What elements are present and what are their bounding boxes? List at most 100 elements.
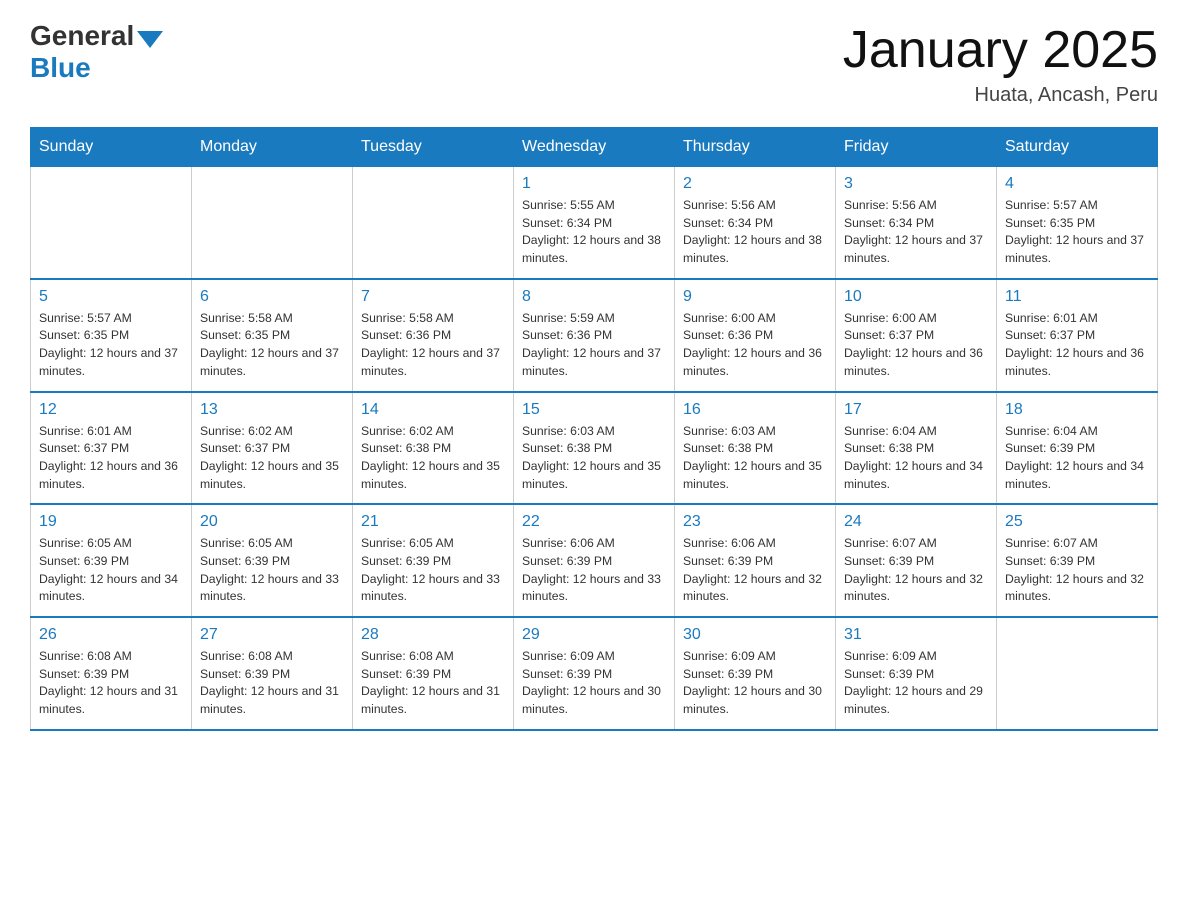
calendar-week-row: 26Sunrise: 6:08 AMSunset: 6:39 PMDayligh… — [31, 617, 1158, 730]
day-info: Sunrise: 6:07 AMSunset: 6:39 PMDaylight:… — [844, 535, 988, 606]
day-of-week-header: Monday — [192, 128, 353, 167]
calendar-day-cell: 24 Sunrise: 6:07 AMSunset: 6:39 PMDayligh… — [836, 504, 997, 617]
day-info: Sunrise: 5:56 AMSunset: 6:34 PMDaylight:… — [844, 197, 988, 268]
day-info: Sunrise: 5:59 AMSunset: 6:36 PMDaylight:… — [522, 310, 666, 381]
day-number: 28 — [361, 626, 505, 644]
day-number: 2 — [683, 175, 827, 193]
calendar-day-cell: 25Sunrise: 6:07 AMSunset: 6:39 PMDayligh… — [997, 504, 1158, 617]
month-year-title: January 2025 — [843, 20, 1158, 80]
calendar-day-cell: 3 Sunrise: 5:56 AMSunset: 6:34 PMDaylight… — [836, 167, 997, 279]
day-info: Sunrise: 6:05 AMSunset: 6:39 PMDaylight:… — [361, 535, 505, 606]
day-of-week-header: Wednesday — [514, 128, 675, 167]
day-number: 4 — [1005, 175, 1149, 193]
day-number: 23 — [683, 513, 827, 531]
location-subtitle: Huata, Ancash, Peru — [843, 84, 1158, 107]
day-number: 9 — [683, 288, 827, 306]
page-header: General Blue January 2025 Huata, Ancash,… — [30, 20, 1158, 107]
logo-line2: Blue — [30, 52, 163, 84]
day-number: 18 — [1005, 401, 1149, 419]
calendar-day-cell — [997, 617, 1158, 730]
days-of-week-row: SundayMondayTuesdayWednesdayThursdayFrid… — [31, 128, 1158, 167]
day-number: 27 — [200, 626, 344, 644]
calendar-day-cell: 12 Sunrise: 6:01 AMSunset: 6:37 PMDayligh… — [31, 392, 192, 505]
day-info: Sunrise: 6:05 AMSunset: 6:39 PMDaylight:… — [39, 535, 183, 606]
calendar-day-cell: 10 Sunrise: 6:00 AMSunset: 6:37 PMDayligh… — [836, 279, 997, 392]
day-info: Sunrise: 5:57 AMSunset: 6:35 PMDaylight:… — [1005, 197, 1149, 268]
calendar-day-cell — [31, 167, 192, 279]
day-info: Sunrise: 6:08 AMSunset: 6:39 PMDaylight:… — [200, 648, 344, 719]
calendar-day-cell: 1 Sunrise: 5:55 AMSunset: 6:34 PMDaylight… — [514, 167, 675, 279]
calendar-day-cell: 28Sunrise: 6:08 AMSunset: 6:39 PMDayligh… — [353, 617, 514, 730]
calendar-day-cell: 2 Sunrise: 5:56 AMSunset: 6:34 PMDaylight… — [675, 167, 836, 279]
calendar-day-cell: 14 Sunrise: 6:02 AMSunset: 6:38 PMDayligh… — [353, 392, 514, 505]
day-info: Sunrise: 5:56 AMSunset: 6:34 PMDaylight:… — [683, 197, 827, 268]
calendar-day-cell: 8Sunrise: 5:59 AMSunset: 6:36 PMDaylight… — [514, 279, 675, 392]
calendar-week-row: 1 Sunrise: 5:55 AMSunset: 6:34 PMDaylight… — [31, 167, 1158, 279]
day-number: 25 — [1005, 513, 1149, 531]
calendar-body: 1 Sunrise: 5:55 AMSunset: 6:34 PMDaylight… — [31, 167, 1158, 730]
day-number: 20 — [200, 513, 344, 531]
calendar-day-cell: 16 Sunrise: 6:03 AMSunset: 6:38 PMDayligh… — [675, 392, 836, 505]
calendar-week-row: 12 Sunrise: 6:01 AMSunset: 6:37 PMDayligh… — [31, 392, 1158, 505]
calendar-day-cell: 18 Sunrise: 6:04 AMSunset: 6:39 PMDayligh… — [997, 392, 1158, 505]
calendar-day-cell: 11 Sunrise: 6:01 AMSunset: 6:37 PMDayligh… — [997, 279, 1158, 392]
day-number: 11 — [1005, 288, 1149, 306]
day-info: Sunrise: 6:06 AMSunset: 6:39 PMDaylight:… — [683, 535, 827, 606]
calendar-day-cell: 27 Sunrise: 6:08 AMSunset: 6:39 PMDayligh… — [192, 617, 353, 730]
day-of-week-header: Thursday — [675, 128, 836, 167]
day-info: Sunrise: 6:03 AMSunset: 6:38 PMDaylight:… — [522, 423, 666, 494]
calendar-day-cell: 23 Sunrise: 6:06 AMSunset: 6:39 PMDayligh… — [675, 504, 836, 617]
day-info: Sunrise: 6:02 AMSunset: 6:37 PMDaylight:… — [200, 423, 344, 494]
day-number: 16 — [683, 401, 827, 419]
calendar-day-cell: 29 Sunrise: 6:09 AMSunset: 6:39 PMDayligh… — [514, 617, 675, 730]
day-number: 22 — [522, 513, 666, 531]
logo-general-text: General — [30, 20, 134, 52]
calendar-day-cell — [192, 167, 353, 279]
title-area: January 2025 Huata, Ancash, Peru — [843, 20, 1158, 107]
calendar-week-row: 5Sunrise: 5:57 AMSunset: 6:35 PMDaylight… — [31, 279, 1158, 392]
day-number: 12 — [39, 401, 183, 419]
day-info: Sunrise: 6:01 AMSunset: 6:37 PMDaylight:… — [39, 423, 183, 494]
day-info: Sunrise: 6:08 AMSunset: 6:39 PMDaylight:… — [39, 648, 183, 719]
day-number: 17 — [844, 401, 988, 419]
day-number: 3 — [844, 175, 988, 193]
calendar-header: SundayMondayTuesdayWednesdayThursdayFrid… — [31, 128, 1158, 167]
calendar-day-cell: 7Sunrise: 5:58 AMSunset: 6:36 PMDaylight… — [353, 279, 514, 392]
calendar-day-cell: 21 Sunrise: 6:05 AMSunset: 6:39 PMDayligh… — [353, 504, 514, 617]
calendar-week-row: 19Sunrise: 6:05 AMSunset: 6:39 PMDayligh… — [31, 504, 1158, 617]
day-info: Sunrise: 6:01 AMSunset: 6:37 PMDaylight:… — [1005, 310, 1149, 381]
day-info: Sunrise: 6:00 AMSunset: 6:36 PMDaylight:… — [683, 310, 827, 381]
calendar-day-cell: 9 Sunrise: 6:00 AMSunset: 6:36 PMDaylight… — [675, 279, 836, 392]
calendar-day-cell: 6Sunrise: 5:58 AMSunset: 6:35 PMDaylight… — [192, 279, 353, 392]
day-info: Sunrise: 6:02 AMSunset: 6:38 PMDaylight:… — [361, 423, 505, 494]
day-info: Sunrise: 6:05 AMSunset: 6:39 PMDaylight:… — [200, 535, 344, 606]
day-number: 1 — [522, 175, 666, 193]
day-info: Sunrise: 6:04 AMSunset: 6:38 PMDaylight:… — [844, 423, 988, 494]
calendar-day-cell — [353, 167, 514, 279]
calendar-day-cell: 31Sunrise: 6:09 AMSunset: 6:39 PMDayligh… — [836, 617, 997, 730]
day-info: Sunrise: 6:09 AMSunset: 6:39 PMDaylight:… — [844, 648, 988, 719]
day-info: Sunrise: 6:09 AMSunset: 6:39 PMDaylight:… — [522, 648, 666, 719]
day-number: 24 — [844, 513, 988, 531]
day-info: Sunrise: 5:57 AMSunset: 6:35 PMDaylight:… — [39, 310, 183, 381]
day-info: Sunrise: 5:55 AMSunset: 6:34 PMDaylight:… — [522, 197, 666, 268]
calendar-table: SundayMondayTuesdayWednesdayThursdayFrid… — [30, 127, 1158, 731]
calendar-day-cell: 26Sunrise: 6:08 AMSunset: 6:39 PMDayligh… — [31, 617, 192, 730]
day-number: 7 — [361, 288, 505, 306]
day-number: 6 — [200, 288, 344, 306]
day-of-week-header: Tuesday — [353, 128, 514, 167]
logo-blue-text: Blue — [30, 52, 91, 84]
day-number: 29 — [522, 626, 666, 644]
day-number: 15 — [522, 401, 666, 419]
calendar-day-cell: 13 Sunrise: 6:02 AMSunset: 6:37 PMDayligh… — [192, 392, 353, 505]
logo-line1: General — [30, 20, 163, 52]
day-info: Sunrise: 6:00 AMSunset: 6:37 PMDaylight:… — [844, 310, 988, 381]
day-number: 13 — [200, 401, 344, 419]
day-number: 10 — [844, 288, 988, 306]
day-info: Sunrise: 6:03 AMSunset: 6:38 PMDaylight:… — [683, 423, 827, 494]
day-number: 21 — [361, 513, 505, 531]
day-number: 30 — [683, 626, 827, 644]
day-number: 14 — [361, 401, 505, 419]
day-of-week-header: Friday — [836, 128, 997, 167]
day-info: Sunrise: 6:04 AMSunset: 6:39 PMDaylight:… — [1005, 423, 1149, 494]
